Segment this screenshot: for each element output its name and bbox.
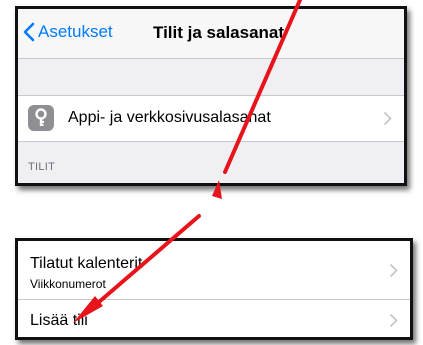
app-website-passwords-row[interactable]: Appi- ja verkkosivusalasanat — [18, 95, 404, 142]
add-account-label: Lisää tili — [30, 312, 88, 329]
add-account-row[interactable]: Lisää tili — [18, 300, 410, 337]
chevron-right-icon — [383, 111, 392, 126]
chevron-right-icon — [389, 263, 398, 278]
subscribed-calendars-sublabel: Viikkonumerot — [30, 277, 106, 291]
navigation-bar: Asetukset Tilit ja salasanat — [18, 9, 404, 59]
settings-screenshot-top: Asetukset Tilit ja salasanat Appi- ja ve… — [15, 6, 407, 186]
accounts-section-header: TILIT — [28, 161, 56, 173]
back-button[interactable]: Asetukset — [23, 21, 113, 43]
page-title: Tilit ja salasanat — [153, 23, 285, 42]
chevron-right-icon — [389, 313, 398, 328]
subscribed-calendars-row[interactable]: Tilatut kalenterit Viikkonumerot — [18, 241, 410, 300]
key-icon — [28, 105, 54, 131]
settings-screenshot-bottom: Tilatut kalenterit Viikkonumerot Lisää t… — [15, 238, 413, 340]
chevron-left-icon — [23, 22, 38, 42]
subscribed-calendars-label: Tilatut kalenterit — [30, 255, 143, 272]
back-button-label: Asetukset — [38, 22, 113, 41]
app-website-passwords-label: Appi- ja verkkosivusalasanat — [68, 109, 271, 126]
